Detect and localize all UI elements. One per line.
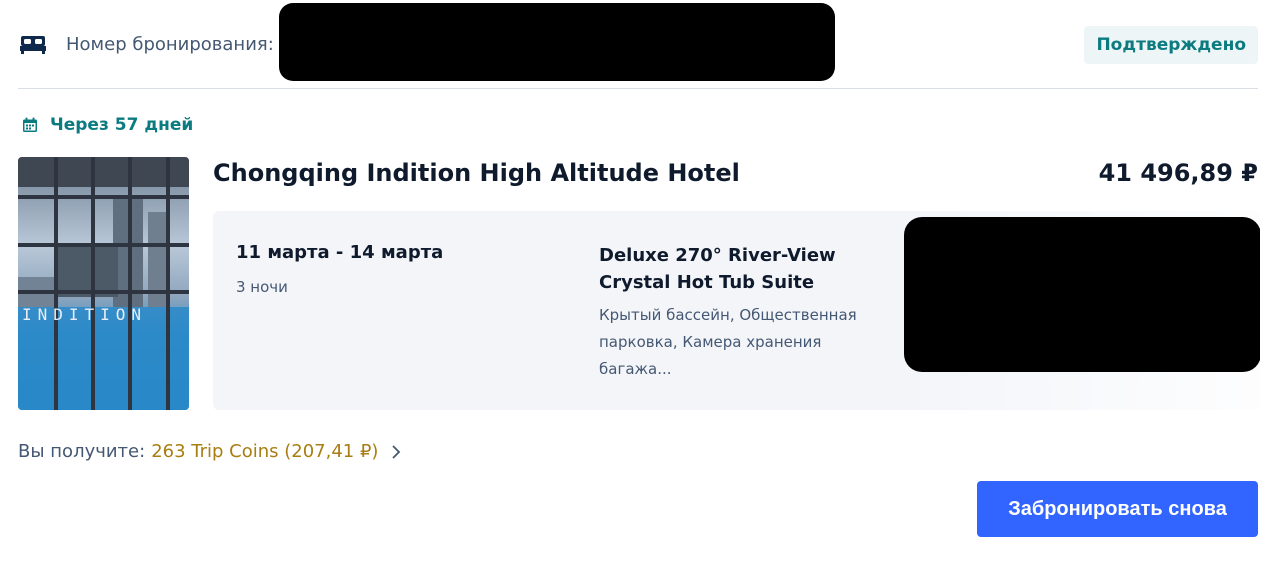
hotel-photo[interactable]: INDITION bbox=[18, 157, 189, 410]
photo-overlay-text: INDITION bbox=[22, 305, 147, 324]
stay-nights: 3 ночи bbox=[236, 278, 288, 296]
bed-icon bbox=[20, 36, 46, 54]
status-badge: Подтверждено bbox=[1084, 26, 1258, 64]
rebook-button[interactable]: Забронировать снова bbox=[977, 481, 1258, 537]
room-amenities: Крытый бассейн, Общественная парковка, К… bbox=[599, 306, 857, 378]
hotel-name[interactable]: Chongqing Indition High Altitude Hotel bbox=[213, 159, 740, 187]
rewards-value: 263 Trip Coins (207,41 ₽) bbox=[151, 441, 379, 462]
rewards-row[interactable]: Вы получите: 263 Trip Coins (207,41 ₽) bbox=[18, 441, 402, 462]
booking-header: Номер бронирования: Подтверждено bbox=[18, 0, 1258, 89]
rewards-label: Вы получите: bbox=[18, 441, 146, 462]
trip-countdown: Через 57 дней bbox=[22, 113, 193, 137]
redacted-booking-number bbox=[279, 3, 835, 81]
booking-price: 41 496,89 ₽ bbox=[1098, 159, 1258, 187]
calendar-icon bbox=[23, 117, 37, 132]
booking-number-label: Номер бронирования: bbox=[66, 34, 274, 55]
redacted-map bbox=[904, 217, 1260, 372]
countdown-text: Через 57 дней bbox=[50, 115, 194, 135]
room-name: Deluxe 270° River-View Crystal Hot Tub S… bbox=[599, 245, 836, 293]
stay-details-card[interactable]: 11 марта - 14 марта 3 ночи Deluxe 270° R… bbox=[213, 211, 1260, 410]
stay-dates: 11 марта - 14 марта bbox=[236, 242, 444, 263]
chevron-right-icon bbox=[392, 444, 401, 459]
